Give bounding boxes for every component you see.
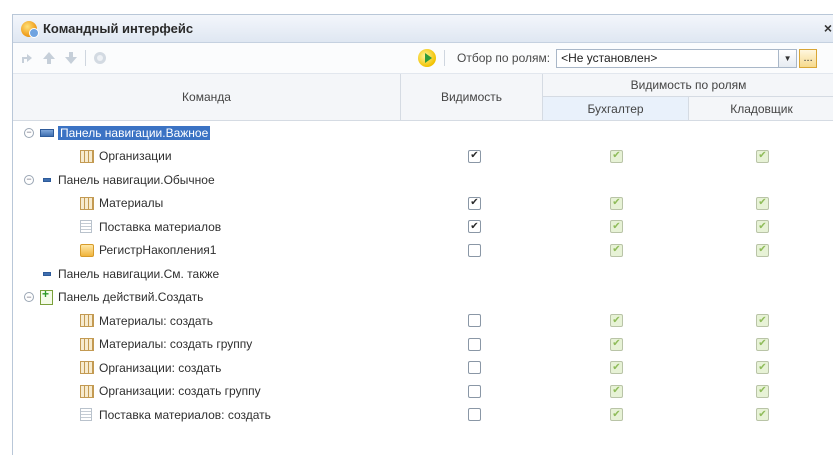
- table-header: Команда Видимость Видимость по ролям Бух…: [13, 74, 833, 121]
- toolbar-separator: [85, 50, 86, 66]
- table-row[interactable]: − Панель действий.Создать: [13, 286, 833, 310]
- role-storekeeper-checkbox[interactable]: ✔: [756, 314, 769, 327]
- arrow-up-icon: [43, 52, 55, 64]
- move-icon: [22, 54, 32, 63]
- visibility-checkbox[interactable]: [468, 337, 481, 351]
- catalog-icon: [80, 384, 94, 398]
- command-label: Поставка материалов: создать: [99, 407, 271, 422]
- command-label: Панель навигации.Обычное: [58, 172, 215, 187]
- refresh-button[interactable]: [92, 50, 108, 66]
- visibility-checkbox[interactable]: ✔: [468, 196, 481, 210]
- close-button[interactable]: ×: [824, 20, 832, 36]
- role-storekeeper-checkbox[interactable]: ✔: [756, 384, 769, 398]
- document-icon: [80, 408, 92, 422]
- table-row[interactable]: Материалы: создать группу ✔ ✔: [13, 333, 833, 357]
- table-row[interactable]: Организации: создать ✔ ✔: [13, 356, 833, 380]
- table-row[interactable]: Материалы ✔ ✔ ✔: [13, 192, 833, 216]
- move-to-group-button[interactable]: [19, 50, 35, 66]
- table-row[interactable]: Материалы: создать ✔ ✔: [13, 309, 833, 333]
- visibility-checkbox[interactable]: ✔: [468, 149, 481, 163]
- command-label: Панель действий.Создать: [58, 290, 204, 305]
- role-storekeeper-checkbox[interactable]: ✔: [756, 196, 769, 210]
- role-storekeeper-checkbox[interactable]: ✔: [756, 149, 769, 163]
- move-up-button[interactable]: [41, 50, 57, 66]
- panel-icon: [43, 271, 51, 276]
- role-filter-choose-button[interactable]: ...: [799, 48, 818, 68]
- role-accountant-checkbox[interactable]: ✔: [610, 337, 623, 351]
- column-header-role-visibility: Видимость по ролям: [543, 74, 833, 97]
- catalog-icon: [80, 314, 94, 328]
- command-label: Поставка материалов: [99, 219, 222, 234]
- role-filter-label: Отбор по ролям:: [457, 51, 551, 65]
- table-row[interactable]: Организации ✔ ✔ ✔: [13, 145, 833, 169]
- create-icon: [40, 287, 53, 305]
- arrow-down-icon: [65, 52, 77, 64]
- role-accountant-checkbox[interactable]: ✔: [610, 384, 623, 398]
- command-label: РегистрНакопления1: [99, 243, 217, 258]
- role-accountant-checkbox[interactable]: ✔: [610, 220, 623, 233]
- table-body: − Панель навигации.Важное Организации ✔ ✔ ✔ − П…: [13, 121, 833, 427]
- command-label: Материалы: создать группу: [99, 337, 253, 352]
- role-accountant-checkbox[interactable]: ✔: [610, 149, 623, 163]
- role-storekeeper-checkbox[interactable]: ✔: [756, 361, 769, 374]
- role-storekeeper-checkbox[interactable]: ✔: [756, 337, 769, 351]
- role-filter: Отбор по ролям: ▼ ...: [418, 43, 818, 73]
- role-accountant-checkbox[interactable]: ✔: [610, 314, 623, 327]
- column-header-visibility[interactable]: Видимость: [401, 74, 543, 120]
- role-accountant-checkbox[interactable]: ✔: [610, 196, 623, 210]
- column-header-command[interactable]: Команда: [13, 74, 401, 120]
- command-label: Организации: [99, 149, 172, 164]
- command-interface-window: Командный интерфейс × Отбор по ролям: <Н…: [12, 14, 833, 455]
- visibility-checkbox[interactable]: [468, 384, 481, 398]
- catalog-icon: [80, 196, 94, 210]
- collapse-toggle-icon[interactable]: −: [24, 174, 34, 185]
- table-row[interactable]: Организации: создать группу ✔ ✔: [13, 380, 833, 404]
- role-accountant-checkbox[interactable]: ✔: [610, 408, 623, 421]
- command-interface-icon: [21, 20, 39, 38]
- document-icon: [80, 220, 92, 234]
- visibility-checkbox[interactable]: [468, 361, 481, 374]
- register-icon: [80, 243, 94, 257]
- visibility-checkbox[interactable]: [468, 314, 481, 327]
- command-label: Панель навигации.Важное: [58, 125, 211, 140]
- catalog-icon: [80, 361, 94, 375]
- column-header-role-accountant[interactable]: Бухгалтер: [543, 97, 689, 120]
- command-label: Материалы: [99, 196, 164, 211]
- visibility-checkbox[interactable]: ✔: [468, 220, 481, 233]
- move-down-button[interactable]: [63, 50, 79, 66]
- toolbar-separator: [444, 50, 445, 66]
- table-row[interactable]: Панель навигации.См. также: [13, 262, 833, 286]
- visibility-checkbox[interactable]: [468, 243, 481, 257]
- collapse-toggle-icon[interactable]: −: [24, 127, 34, 138]
- column-header-role-storekeeper[interactable]: Кладовщик: [689, 97, 833, 120]
- command-label: Материалы: создать: [99, 313, 213, 328]
- role-filter-input[interactable]: [556, 48, 780, 68]
- window-title: Командный интерфейс: [43, 21, 194, 36]
- table-row[interactable]: − Панель навигации.Обычное: [13, 168, 833, 192]
- catalog-icon: [80, 337, 94, 351]
- table-row[interactable]: Поставка материалов: создать ✔ ✔: [13, 403, 833, 427]
- role-storekeeper-checkbox[interactable]: ✔: [756, 243, 769, 257]
- catalog-icon: [80, 149, 94, 163]
- apply-filter-icon[interactable]: [418, 49, 436, 67]
- refresh-icon: [94, 52, 106, 64]
- commands-table: Команда Видимость Видимость по ролям Бух…: [13, 74, 833, 427]
- role-filter-dropdown-button[interactable]: ▼: [779, 48, 798, 68]
- role-storekeeper-checkbox[interactable]: ✔: [756, 220, 769, 233]
- title-bar: Командный интерфейс ×: [13, 15, 833, 43]
- toolbar: Отбор по ролям: ▼ ...: [13, 43, 833, 74]
- role-accountant-checkbox[interactable]: ✔: [610, 243, 623, 257]
- visibility-checkbox[interactable]: [468, 408, 481, 421]
- role-storekeeper-checkbox[interactable]: ✔: [756, 408, 769, 421]
- collapse-toggle-icon[interactable]: −: [24, 292, 34, 303]
- panel-main-icon: [40, 128, 54, 137]
- table-row[interactable]: РегистрНакопления1 ✔ ✔: [13, 239, 833, 263]
- table-row[interactable]: Поставка материалов ✔ ✔ ✔: [13, 215, 833, 239]
- table-row[interactable]: − Панель навигации.Важное: [13, 121, 833, 145]
- role-accountant-checkbox[interactable]: ✔: [610, 361, 623, 374]
- command-label: Организации: создать: [99, 360, 222, 375]
- command-label: Организации: создать группу: [99, 384, 261, 399]
- command-label: Панель навигации.См. также: [58, 266, 220, 281]
- panel-icon: [43, 177, 51, 182]
